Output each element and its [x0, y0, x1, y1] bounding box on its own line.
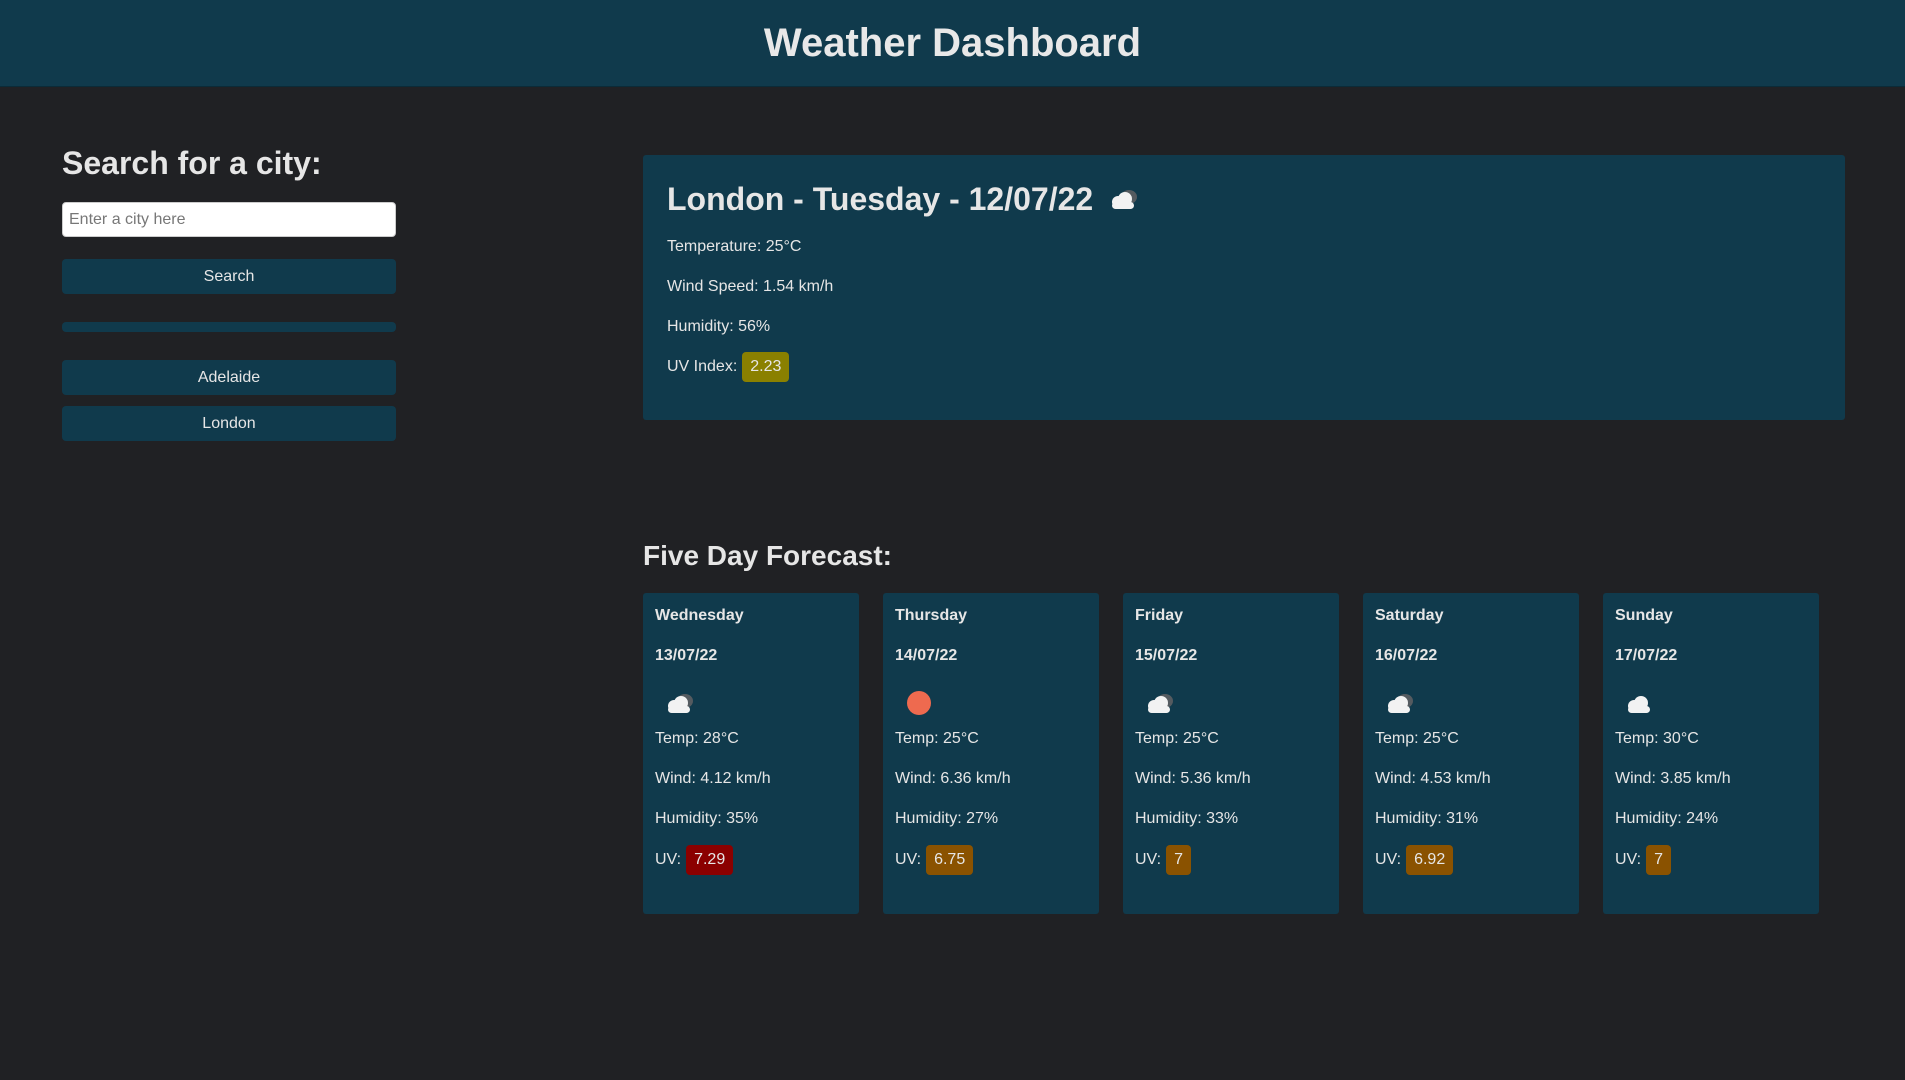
forecast-humidity: Humidity: 27% — [895, 810, 999, 827]
forecast-humidity: Humidity: 24% — [1615, 810, 1719, 827]
forecast-day: Friday — [1135, 607, 1184, 624]
forecast-day: Sunday — [1615, 607, 1673, 624]
forecast-temp: Temp: 25°C — [1375, 730, 1459, 747]
current-weather-card: London - Tuesday - 12/07/22 Temperature:… — [643, 155, 1845, 420]
search-sidebar: Search for a city: Search Adelaide Londo… — [62, 140, 396, 452]
uv-index-label: UV Index: — [667, 358, 738, 375]
search-history-list: Adelaide London — [62, 360, 396, 441]
forecast-temp: Temp: 30°C — [1615, 730, 1699, 747]
forecast-uv-badge: 7 — [1166, 845, 1191, 875]
history-button-london[interactable]: London — [62, 406, 396, 441]
forecast-uv-row: UV: 7 — [1135, 845, 1327, 875]
forecast-uv-label: UV: — [655, 851, 682, 868]
forecast-date: 15/07/22 — [1135, 647, 1198, 664]
forecast-uv-label: UV: — [1615, 851, 1642, 868]
forecast-day: Saturday — [1375, 607, 1444, 624]
forecast-humidity: Humidity: 33% — [1135, 810, 1239, 827]
forecast-uv-row: UV: 6.75 — [895, 845, 1087, 875]
forecast-card: Saturday 16/07/22 Temp: 25°C Wind: 4.53 … — [1363, 593, 1579, 914]
current-uv-row: UV Index: 2.23 — [667, 352, 1821, 382]
cloud-icon — [1135, 685, 1327, 721]
forecast-card: Thursday 14/07/22 Temp: 25°C Wind: 6.36 … — [883, 593, 1099, 914]
forecast-humidity: Humidity: 31% — [1375, 810, 1479, 827]
cloud-icon — [1105, 184, 1141, 214]
forecast-heading: Five Day Forecast: — [643, 540, 892, 571]
clear-history-bar[interactable] — [62, 322, 396, 332]
cloud-icon — [1615, 685, 1807, 721]
search-heading: Search for a city: — [62, 145, 322, 181]
forecast-wind: Wind: 6.36 km/h — [895, 770, 1011, 787]
forecast-cards: Wednesday 13/07/22 Temp: 28°C Wind: 4.12… — [643, 593, 1819, 914]
forecast-uv-label: UV: — [1135, 851, 1162, 868]
sun-icon — [895, 685, 1087, 721]
uv-index-badge: 2.23 — [742, 352, 790, 382]
history-button-adelaide[interactable]: Adelaide — [62, 360, 396, 395]
page-title: Weather Dashboard — [763, 20, 1142, 65]
forecast-uv-badge: 7.29 — [686, 845, 734, 875]
forecast-date: 16/07/22 — [1375, 647, 1438, 664]
forecast-uv-label: UV: — [1375, 851, 1402, 868]
forecast-day: Thursday — [895, 607, 968, 624]
forecast-uv-label: UV: — [895, 851, 922, 868]
current-humidity: Humidity: 56% — [667, 318, 771, 335]
forecast-temp: Temp: 25°C — [1135, 730, 1219, 747]
cloud-icon — [655, 685, 847, 721]
forecast-humidity: Humidity: 35% — [655, 810, 759, 827]
forecast-uv-badge: 6.75 — [926, 845, 974, 875]
current-wind-speed: Wind Speed: 1.54 km/h — [667, 278, 834, 295]
forecast-wind: Wind: 4.12 km/h — [655, 770, 771, 787]
forecast-uv-badge: 7 — [1646, 845, 1671, 875]
current-temperature: Temperature: 25°C — [667, 238, 802, 255]
city-search-input[interactable] — [62, 202, 396, 237]
forecast-uv-row: UV: 7 — [1615, 845, 1807, 875]
forecast-card: Wednesday 13/07/22 Temp: 28°C Wind: 4.12… — [643, 593, 859, 914]
forecast-uv-badge: 6.92 — [1406, 845, 1454, 875]
forecast-temp: Temp: 28°C — [655, 730, 739, 747]
forecast-date: 13/07/22 — [655, 647, 718, 664]
search-button[interactable]: Search — [62, 259, 396, 294]
current-weather-title: London - Tuesday - 12/07/22 — [667, 180, 1094, 217]
forecast-uv-row: UV: 6.92 — [1375, 845, 1567, 875]
forecast-date: 17/07/22 — [1615, 647, 1678, 664]
forecast-wind: Wind: 5.36 km/h — [1135, 770, 1251, 787]
forecast-card: Friday 15/07/22 Temp: 25°C Wind: 5.36 km… — [1123, 593, 1339, 914]
forecast-uv-row: UV: 7.29 — [655, 845, 847, 875]
app-header: Weather Dashboard — [0, 0, 1905, 87]
forecast-temp: Temp: 25°C — [895, 730, 979, 747]
forecast-date: 14/07/22 — [895, 647, 958, 664]
forecast-wind: Wind: 4.53 km/h — [1375, 770, 1491, 787]
forecast-day: Wednesday — [655, 607, 744, 624]
forecast-wind: Wind: 3.85 km/h — [1615, 770, 1731, 787]
forecast-card: Sunday 17/07/22 Temp: 30°C Wind: 3.85 km… — [1603, 593, 1819, 914]
cloud-icon — [1375, 685, 1567, 721]
